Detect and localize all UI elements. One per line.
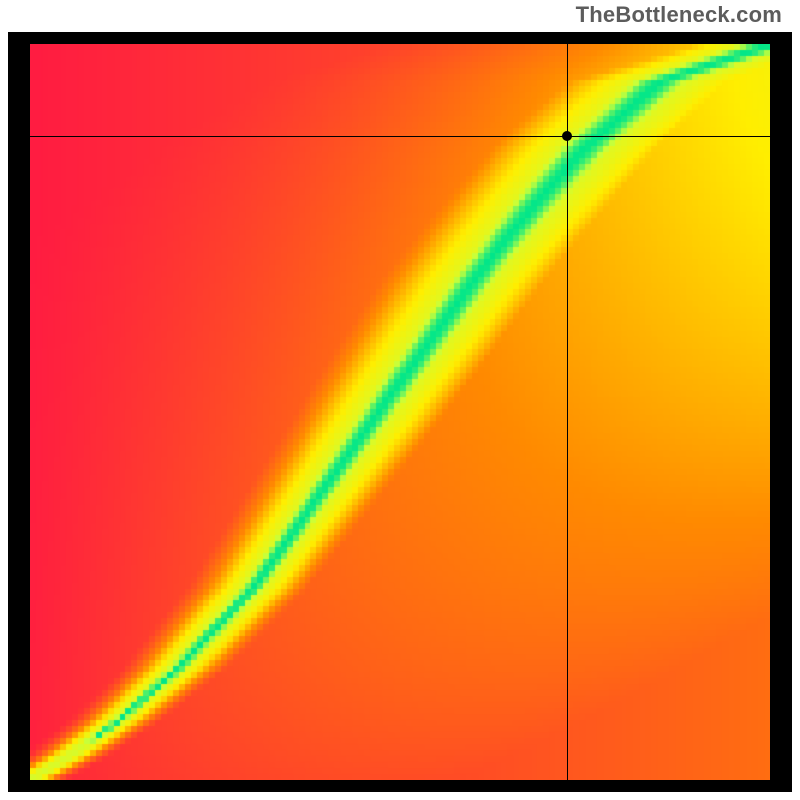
- heatmap-canvas: [30, 44, 770, 780]
- plot-frame: [8, 32, 792, 792]
- crosshair-vertical: [567, 44, 568, 780]
- heatmap-plot: [30, 44, 770, 780]
- watermark-text: TheBottleneck.com: [576, 2, 782, 28]
- crosshair-horizontal: [30, 136, 770, 137]
- crosshair-marker-dot: [562, 131, 572, 141]
